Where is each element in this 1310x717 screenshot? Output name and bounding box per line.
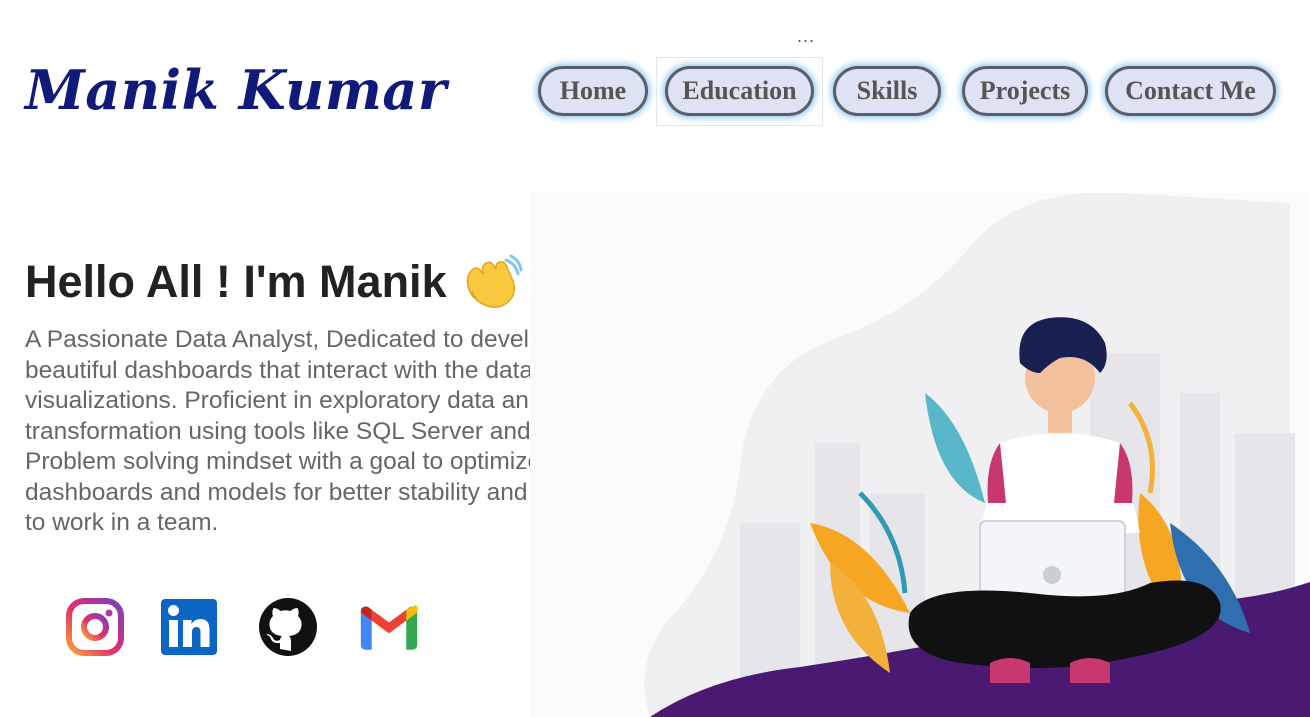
instagram-icon[interactable]	[65, 597, 125, 657]
nav-home-button[interactable]: Home	[538, 66, 648, 116]
waving-hand-icon	[466, 254, 523, 308]
nav-projects-button[interactable]: Projects	[962, 66, 1088, 116]
nav-contact-button[interactable]: Contact Me	[1105, 66, 1276, 116]
gmail-icon[interactable]	[359, 597, 419, 657]
nav-skills-button[interactable]: Skills	[833, 66, 941, 116]
hero-title: Hello All ! I'm Manik	[25, 256, 447, 307]
ellipsis-text: ...	[797, 26, 816, 46]
person-with-laptop-illustration	[530, 193, 1310, 717]
linkedin-icon[interactable]	[159, 597, 219, 657]
github-icon[interactable]	[258, 597, 318, 657]
brand-name[interactable]: Manik Kumar	[25, 58, 447, 122]
nav-education-button[interactable]: Education	[665, 66, 814, 116]
